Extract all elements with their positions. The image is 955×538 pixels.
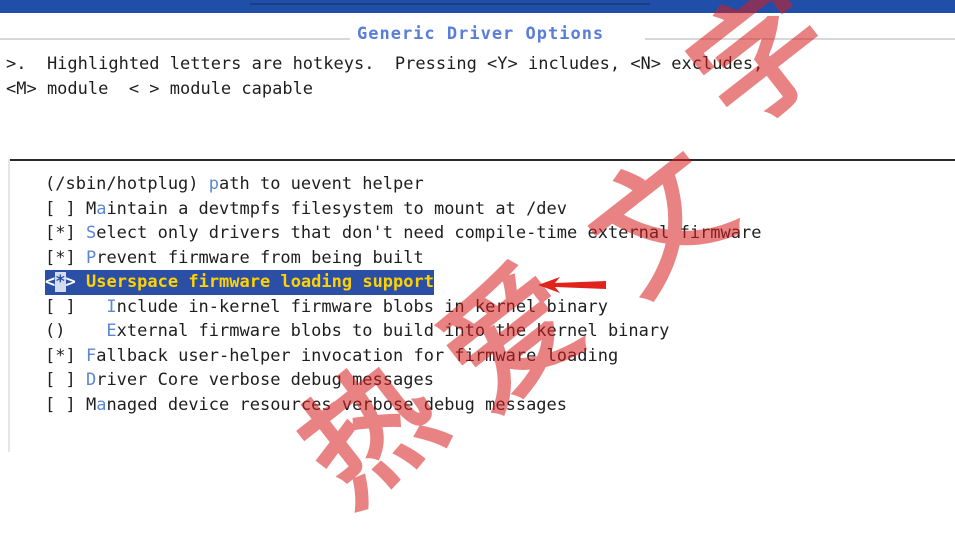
help-line-2: <M> module < > module capable [6, 79, 314, 99]
item-label: intain a devtmpfs filesystem to mount at… [106, 198, 568, 219]
help-line-1: >. Highlighted letters are hotkeys. Pres… [6, 54, 764, 74]
item-hotkey: F [85, 345, 97, 366]
item-label: ath to uevent helper [219, 174, 424, 194]
item-hotkey: E [106, 321, 117, 341]
menu-item-uevent-helper-path[interactable]: (/sbin/hotplug) path to uevent helper [45, 172, 761, 197]
menu-divider [8, 159, 955, 161]
item-label: elect only drivers that don't need compi… [96, 223, 762, 243]
red-left-arrow-icon [538, 277, 606, 293]
selected-bracket-close: > [65, 272, 76, 292]
title-rule-right [645, 38, 955, 40]
item-label: nclude in-kernel firmware blobs in kerne… [116, 296, 608, 317]
item-prefix: [ ] [45, 370, 86, 390]
menu-list: (/sbin/hotplug) path to uevent helper [ … [45, 172, 761, 417]
help-text: >. Highlighted letters are hotkeys. Pres… [6, 52, 763, 102]
title-rule-left [0, 38, 350, 40]
selected-label: Userspace firmware loading support [86, 272, 434, 292]
item-label: naged device resources verbose debug mes… [106, 394, 568, 415]
item-hotkey: I [106, 296, 117, 317]
menu-item-include-blobs[interactable]: [ ] Include in-kernel firmware blobs in … [45, 295, 761, 320]
item-prefix: [*] [45, 247, 86, 268]
selected-bracket-open: < [45, 272, 56, 292]
item-prefix: [*] [45, 345, 86, 366]
item-prefix: [*] [45, 223, 86, 243]
item-prefix: [ ] [45, 296, 107, 317]
menu-item-external-blobs[interactable]: () External firmware blobs to build into… [45, 319, 761, 344]
selection-highlight: <*> Userspace firmware loading support [45, 270, 434, 295]
item-label: xternal firmware blobs to build into the… [116, 321, 670, 341]
menu-item-fallback-helper[interactable]: [*] Fallback user-helper invocation for … [45, 344, 761, 369]
item-hotkey: p [208, 174, 220, 194]
item-hotkey: P [85, 247, 97, 268]
item-hotkey: a [96, 198, 107, 219]
item-prefix: (/sbin/hotplug) [45, 174, 209, 194]
item-hotkey: D [85, 370, 97, 390]
menu-item-select-only-drivers[interactable]: [*] Select only drivers that don't need … [45, 221, 761, 246]
menu-item-managed-resources-debug[interactable]: [ ] Managed device resources verbose deb… [45, 393, 761, 418]
selected-cursor-mark: * [55, 272, 66, 292]
selected-space [76, 272, 86, 292]
band-gap [0, 13, 955, 16]
menu-item-prevent-firmware[interactable]: [*] Prevent firmware from being built [45, 246, 761, 271]
item-prefix: () [45, 321, 107, 341]
menu-left-border [8, 159, 10, 452]
item-hotkey: S [85, 223, 97, 243]
item-label: revent firmware from being built [96, 247, 424, 268]
item-label: river Core verbose debug messages [96, 370, 434, 390]
item-hotkey: a [96, 394, 107, 415]
item-label: allback user-helper invocation for firmw… [96, 345, 619, 366]
top-band [0, 0, 955, 13]
menu-item-userspace-firmware-selected[interactable]: <*> Userspace firmware loading support [45, 270, 761, 295]
menu-item-devtmpfs[interactable]: [ ] Maintain a devtmpfs filesystem to mo… [45, 197, 761, 222]
item-prefix: [ ] M [45, 394, 97, 415]
dialog-title: Generic Driver Options [350, 24, 612, 44]
item-prefix: [ ] M [45, 198, 97, 219]
menu-item-driver-core-debug[interactable]: [ ] Driver Core verbose debug messages [45, 368, 761, 393]
clipped-header-text [250, 0, 650, 5]
